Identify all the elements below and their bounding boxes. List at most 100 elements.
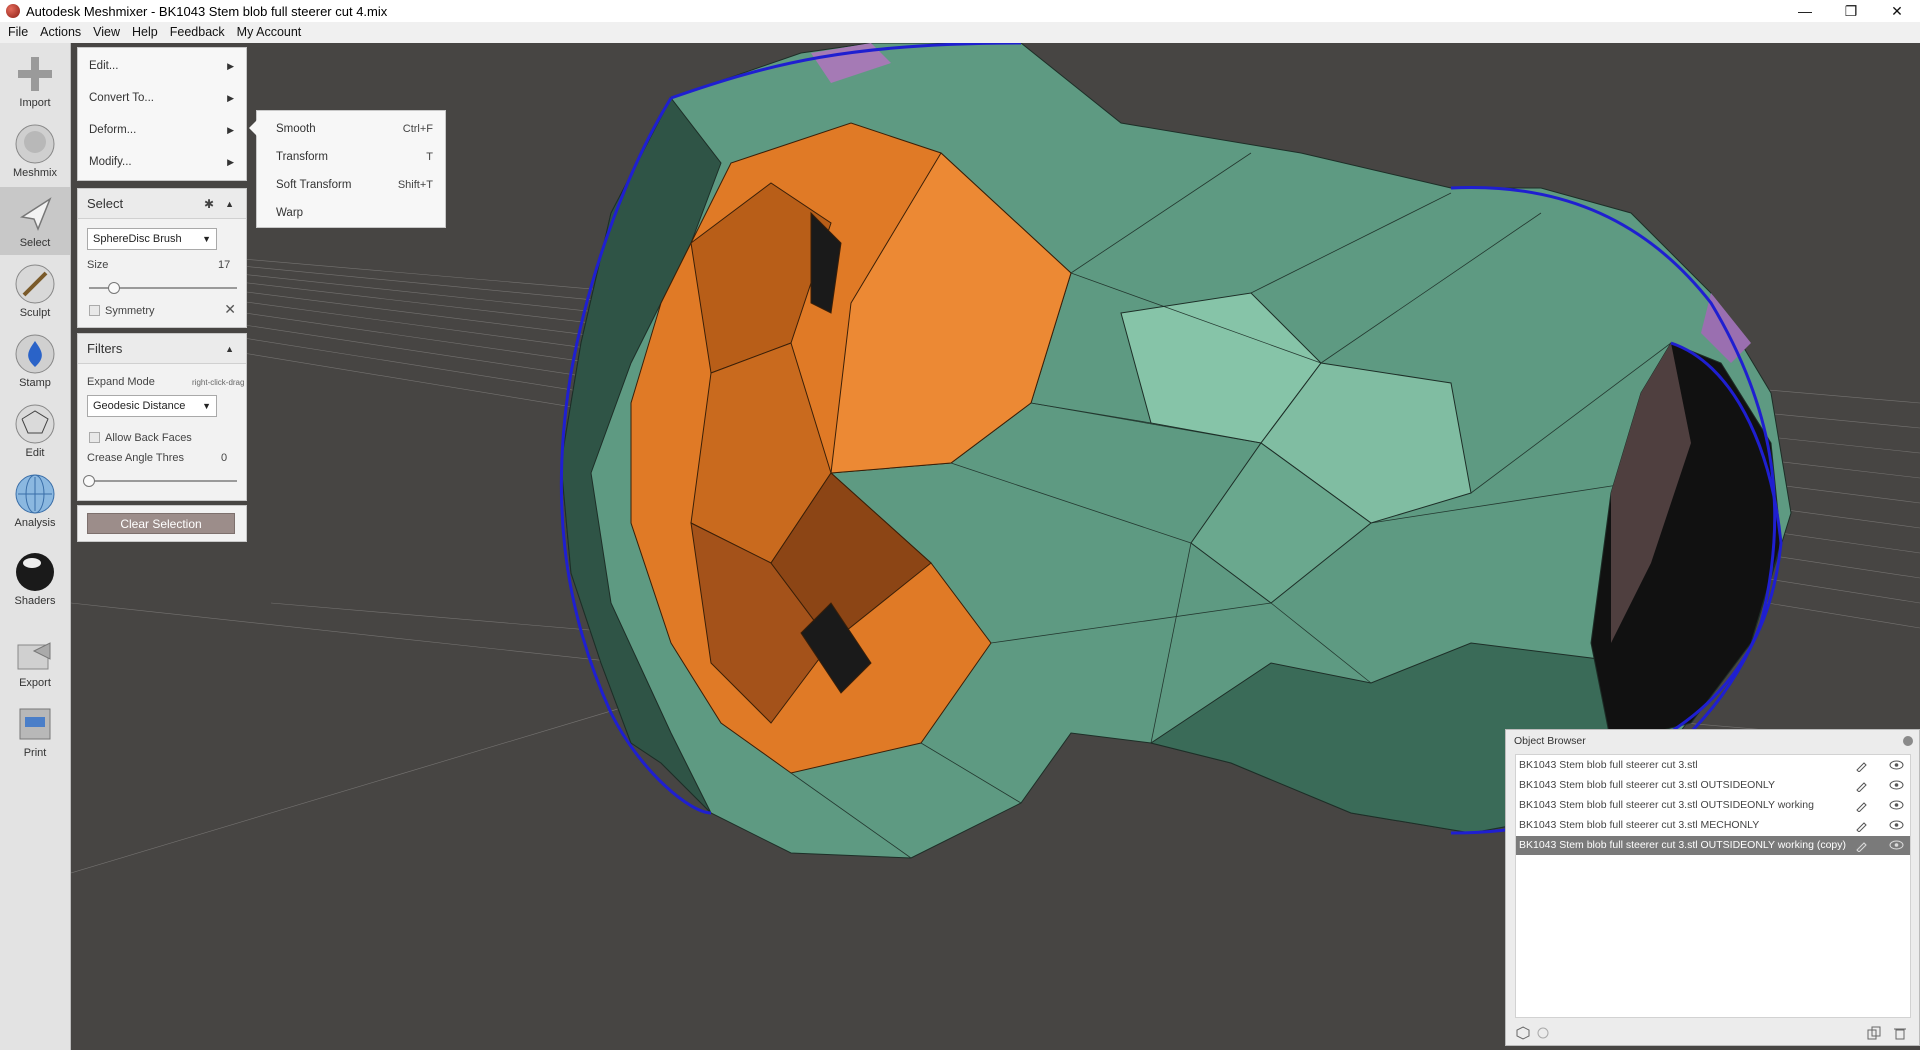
object-list-item[interactable]: BK1043 Stem blob full steerer cut 3.stl …	[1516, 776, 1910, 795]
eye-icon[interactable]	[1889, 840, 1904, 850]
eye-icon[interactable]	[1889, 800, 1904, 810]
tool-edit[interactable]: Edit	[0, 397, 70, 465]
tool-label: Select	[19, 237, 51, 249]
menu-feedback[interactable]: Feedback	[164, 22, 231, 43]
crease-angle-label: Crease Angle Thres	[87, 452, 185, 464]
edit-pencil-icon[interactable]	[1855, 839, 1868, 852]
edit-pencil-icon[interactable]	[1855, 819, 1868, 832]
tool-analysis[interactable]: Analysis	[0, 467, 70, 535]
submenu-smooth[interactable]: Smooth Ctrl+F	[257, 115, 445, 143]
minimize-button[interactable]: —	[1782, 0, 1828, 22]
object-list-item[interactable]: BK1043 Stem blob full steerer cut 3.stl …	[1516, 816, 1910, 835]
tool-label: Analysis	[14, 517, 56, 529]
expand-mode-dropdown[interactable]: Geodesic Distance ▼	[87, 395, 217, 417]
menu-item-deform[interactable]: Deform... ▶	[78, 114, 246, 146]
tool-meshmix[interactable]: Meshmix	[0, 117, 70, 185]
deform-submenu: Smooth Ctrl+F Transform T Soft Transform…	[249, 110, 446, 228]
tool-export[interactable]: Export	[0, 627, 70, 695]
close-icon[interactable]	[1903, 736, 1913, 746]
tool-label: Print	[23, 747, 47, 759]
bust-icon	[15, 124, 55, 164]
refresh-icon[interactable]	[1536, 1026, 1550, 1040]
menu-file[interactable]: File	[2, 22, 34, 43]
brush-type-dropdown[interactable]: SphereDisc Brush ▼	[87, 228, 217, 250]
close-button[interactable]: ✕	[1874, 0, 1920, 22]
tool-import[interactable]: Import	[0, 47, 70, 115]
menu-item-modify[interactable]: Modify... ▶	[78, 146, 246, 178]
tool-print[interactable]: Print	[0, 697, 70, 765]
tool-shaders[interactable]: Shaders	[0, 545, 70, 613]
shader-sphere-icon	[16, 553, 54, 591]
symmetry-checkbox[interactable]	[89, 305, 100, 316]
submenu-label: Warp	[276, 207, 304, 219]
allow-back-faces-checkbox[interactable]	[89, 432, 100, 443]
slider-thumb[interactable]	[108, 282, 121, 294]
chevron-down-icon: ▼	[202, 234, 211, 244]
menu-view[interactable]: View	[87, 22, 126, 43]
edit-pencil-icon[interactable]	[1855, 759, 1868, 772]
tool-sculpt[interactable]: Sculpt	[0, 257, 70, 325]
menu-my-account[interactable]: My Account	[231, 22, 308, 43]
filters-panel: Filters ▲ Expand Mode right-click-drag G…	[77, 333, 247, 501]
panel-title: Select	[87, 196, 124, 211]
crease-angle-slider[interactable]	[83, 475, 237, 487]
tool-label: Import	[19, 97, 51, 109]
clear-selection-button[interactable]: Clear Selection	[87, 513, 235, 534]
eye-icon[interactable]	[1889, 820, 1904, 830]
shortcut-label: Shift+T	[397, 179, 433, 191]
slider-thumb[interactable]	[83, 475, 95, 487]
gear-icon[interactable]: ✱	[204, 189, 214, 219]
tool-label: Sculpt	[19, 307, 51, 319]
menu-item-label: Deform...	[89, 124, 137, 136]
menu-item-label: Modify...	[89, 156, 132, 168]
panel-title: Filters	[87, 341, 123, 356]
wrench-icon[interactable]: ✕	[224, 301, 236, 318]
edit-pencil-icon[interactable]	[1855, 799, 1868, 812]
tool-label: Export	[19, 677, 51, 689]
eye-icon[interactable]	[1889, 760, 1904, 770]
dropdown-value: SphereDisc Brush	[93, 233, 182, 245]
submenu-transform[interactable]: Transform T	[257, 143, 445, 171]
trash-icon[interactable]	[1893, 1026, 1907, 1040]
actions-menu: Edit... ▶ Convert To... ▶ Deform... ▶ Mo…	[77, 47, 247, 181]
window-controls: — ❐ ✕	[1782, 0, 1920, 22]
plus-icon	[18, 57, 52, 91]
allow-back-faces-label: Allow Back Faces	[105, 432, 192, 444]
analysis-sphere-icon	[15, 474, 55, 514]
menu-item-convert-to[interactable]: Convert To... ▶	[78, 82, 246, 114]
dropdown-value: Geodesic Distance	[93, 400, 186, 412]
menu-help[interactable]: Help	[126, 22, 164, 43]
tool-stamp[interactable]: Stamp	[0, 327, 70, 395]
menu-item-label: Edit...	[89, 60, 119, 72]
object-name: BK1043 Stem blob full steerer cut 3.stl …	[1519, 779, 1775, 791]
object-list-item[interactable]: BK1043 Stem blob full steerer cut 3.stl	[1516, 756, 1910, 775]
brush-icon	[15, 264, 55, 304]
cube-icon[interactable]	[1516, 1026, 1530, 1040]
title-bar: Autodesk Meshmixer - BK1043 Stem blob fu…	[0, 0, 1920, 22]
eye-icon[interactable]	[1889, 780, 1904, 790]
restore-button[interactable]: ❐	[1828, 0, 1874, 22]
submenu-soft-transform[interactable]: Soft Transform Shift+T	[257, 171, 445, 199]
stamp-icon	[15, 334, 55, 374]
object-name: BK1043 Stem blob full steerer cut 3.stl	[1519, 759, 1698, 771]
object-list-item[interactable]: BK1043 Stem blob full steerer cut 3.stl …	[1516, 796, 1910, 815]
collapse-icon[interactable]: ▲	[225, 334, 234, 364]
menu-item-edit[interactable]: Edit... ▶	[78, 50, 246, 82]
submenu-arrow-icon: ▶	[227, 157, 234, 167]
object-name: BK1043 Stem blob full steerer cut 3.stl …	[1519, 819, 1760, 831]
tool-label: Shaders	[14, 595, 56, 607]
menu-actions[interactable]: Actions	[34, 22, 87, 43]
tool-select[interactable]: Select	[0, 187, 70, 255]
object-list-item[interactable]: BK1043 Stem blob full steerer cut 3.stl …	[1516, 836, 1910, 855]
window-title: Autodesk Meshmixer - BK1043 Stem blob fu…	[26, 3, 388, 19]
chevron-down-icon: ▼	[202, 401, 211, 411]
crease-angle-value: 0	[221, 452, 228, 464]
collapse-icon[interactable]: ▲	[225, 189, 234, 219]
menu-item-label: Convert To...	[89, 92, 154, 104]
duplicate-icon[interactable]	[1867, 1026, 1881, 1040]
size-slider[interactable]	[89, 282, 237, 294]
submenu-warp[interactable]: Warp	[257, 199, 445, 227]
tool-label: Edit	[25, 447, 45, 459]
edit-pencil-icon[interactable]	[1855, 779, 1868, 792]
expand-mode-hint: right-click-drag	[192, 378, 245, 387]
